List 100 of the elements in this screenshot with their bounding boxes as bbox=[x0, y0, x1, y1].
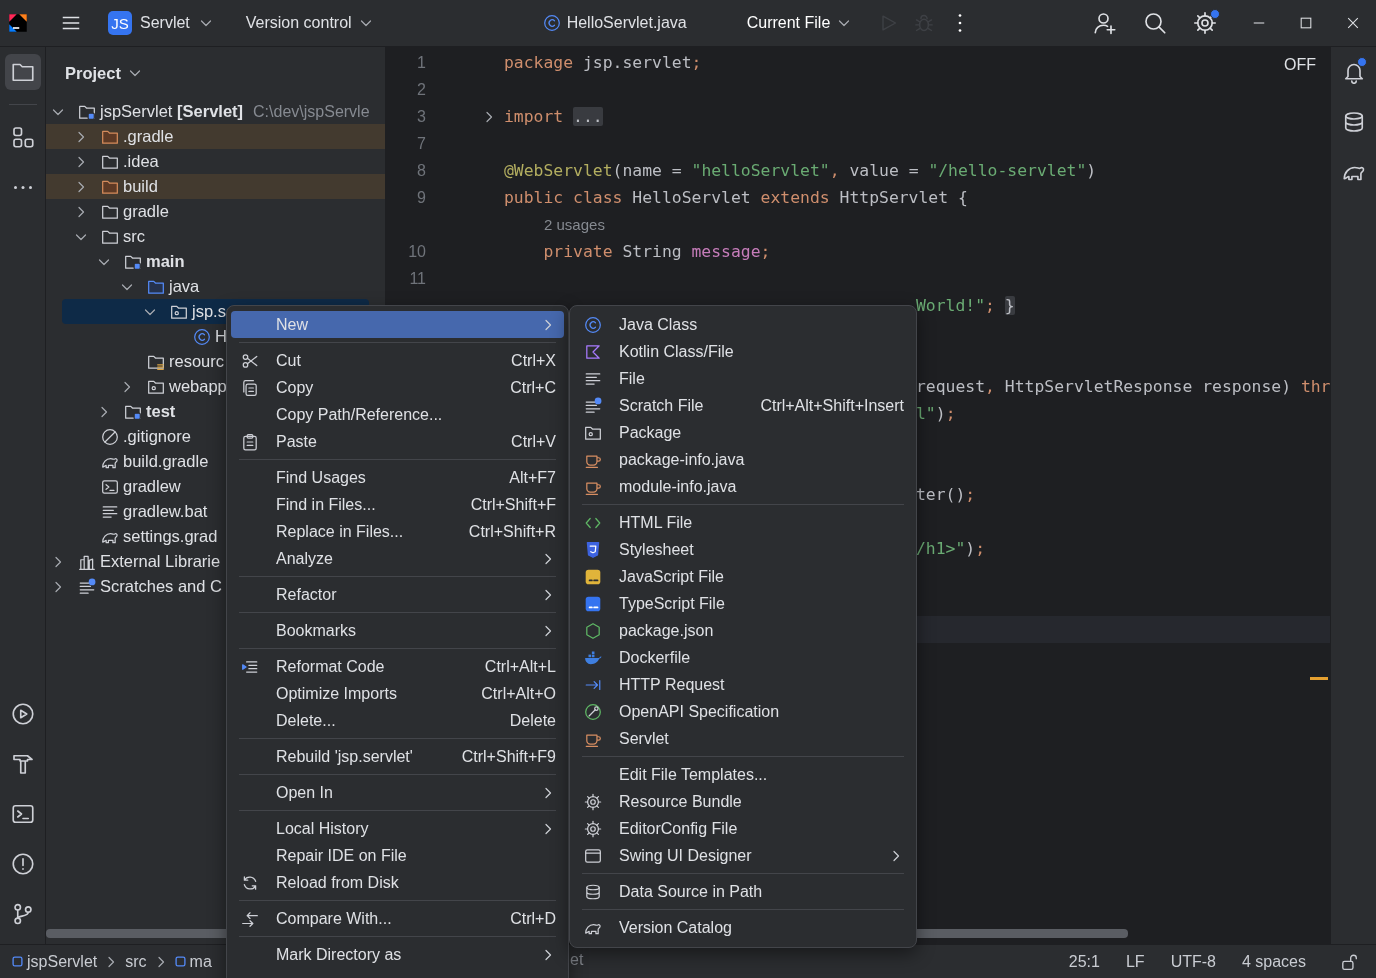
breadcrumb[interactable]: jspServlet bbox=[12, 952, 98, 971]
project-tool-button[interactable] bbox=[4, 54, 41, 90]
shortcut-label: Ctrl+Alt+Shift+Insert bbox=[760, 396, 904, 415]
menu-item[interactable]: package.json bbox=[574, 617, 912, 644]
menu-item[interactable]: Data Source in Path bbox=[574, 878, 912, 905]
tree-item[interactable]: main bbox=[46, 249, 385, 274]
reader-mode-label[interactable]: OFF bbox=[1284, 56, 1316, 74]
menu-item[interactable]: Servlet bbox=[574, 725, 912, 752]
menu-item[interactable]: OpenAPI Specification bbox=[574, 698, 912, 725]
javascript-icon bbox=[584, 567, 602, 586]
menu-item[interactable]: JavaScript File bbox=[574, 563, 912, 590]
scratch-file-icon bbox=[584, 396, 602, 415]
window-icon bbox=[584, 846, 602, 865]
shortcut-label: Ctrl+V bbox=[511, 432, 556, 451]
line-number: 3 bbox=[417, 107, 426, 125]
shortcut-label: Ctrl+C bbox=[510, 378, 556, 397]
project-view-button[interactable]: Project bbox=[46, 47, 143, 99]
menu-item[interactable]: Repair IDE on File bbox=[231, 842, 564, 869]
menu-item[interactable]: HTTP Request bbox=[574, 671, 912, 698]
shortcut-label: Alt+F7 bbox=[509, 468, 556, 487]
menu-item[interactable]: Open In bbox=[231, 779, 564, 806]
menu-item[interactable]: Refactor bbox=[231, 581, 564, 608]
line-number: 11 bbox=[409, 269, 426, 287]
menu-item[interactable]: New bbox=[231, 311, 564, 338]
problems-icon bbox=[10, 852, 35, 876]
menu-item[interactable]: Package bbox=[574, 419, 912, 446]
indent-button[interactable]: 4 spaces bbox=[1241, 948, 1306, 975]
code-line: package jsp.servlet; bbox=[504, 53, 702, 72]
tree-item[interactable]: java bbox=[46, 274, 385, 299]
shortcut-label: Ctrl+Shift+F bbox=[470, 495, 556, 514]
menu-item[interactable]: Paste Ctrl+V bbox=[231, 428, 564, 455]
usages-hint[interactable]: 2 usages bbox=[544, 216, 605, 233]
menu-item[interactable]: Delete... Delete bbox=[231, 707, 564, 734]
menu-item[interactable]: File bbox=[574, 365, 912, 392]
menu-item[interactable]: Java Class bbox=[574, 311, 912, 338]
tree-item[interactable]: .gradle bbox=[46, 124, 385, 149]
code-line: private String message; bbox=[542, 242, 771, 261]
add-user-icon bbox=[1093, 11, 1117, 35]
breadcrumb[interactable]: src bbox=[125, 952, 147, 971]
line-separator-button[interactable]: LF bbox=[1125, 948, 1145, 975]
menu-item[interactable]: module-info.java bbox=[574, 473, 912, 500]
code-line: request, HttpServletResponse response) thr bbox=[916, 377, 1330, 396]
tree-item[interactable]: .idea bbox=[46, 149, 385, 174]
code-line: /h1>"); bbox=[916, 539, 986, 558]
menu-item[interactable]: Replace in Files... Ctrl+Shift+R bbox=[231, 518, 564, 545]
menu-item[interactable]: package-info.java bbox=[574, 446, 912, 473]
class-icon bbox=[193, 327, 211, 346]
settings-icon bbox=[1193, 11, 1217, 35]
shortcut-label: Ctrl+Shift+R bbox=[468, 522, 556, 541]
version-control-button[interactable]: Version control bbox=[241, 6, 378, 40]
run-configuration-button[interactable]: Current File bbox=[746, 6, 853, 40]
tree-item[interactable]: jspServlet [Servlet] C:\dev\jspServle bbox=[46, 99, 385, 124]
menu-item[interactable]: Version Catalog bbox=[574, 914, 912, 941]
menu-item[interactable]: Optimize Imports Ctrl+Alt+O bbox=[231, 680, 564, 707]
maximize-icon bbox=[1298, 16, 1313, 30]
menu-item[interactable]: Kotlin Class/File bbox=[574, 338, 912, 365]
caret-position-button[interactable]: 25:1 bbox=[1068, 948, 1100, 975]
project-selector[interactable]: JS Servlet bbox=[108, 6, 220, 40]
line-number: 1 bbox=[417, 53, 426, 71]
scratch-file-icon bbox=[78, 577, 96, 596]
menu-item[interactable]: HTML File bbox=[574, 509, 912, 536]
gear-icon bbox=[584, 792, 602, 811]
menu-item[interactable]: Analyze bbox=[231, 545, 564, 572]
shortcut-label: Ctrl+X bbox=[511, 351, 556, 370]
notification-dot bbox=[1356, 57, 1367, 67]
menu-item[interactable]: Bookmarks bbox=[231, 617, 564, 644]
menu-item[interactable]: Copy Path/Reference... bbox=[231, 401, 564, 428]
menu-item[interactable]: Reload from Disk bbox=[231, 869, 564, 896]
menu-item[interactable]: Stylesheet bbox=[574, 536, 912, 563]
menu-item[interactable]: Copy Ctrl+C bbox=[231, 374, 564, 401]
menu-item[interactable]: Scratch File Ctrl+Alt+Shift+Insert bbox=[574, 392, 912, 419]
services-icon bbox=[10, 702, 35, 726]
breadcrumb[interactable]: ma bbox=[174, 952, 212, 971]
code-line: import ... bbox=[504, 107, 603, 126]
copy-icon bbox=[241, 378, 259, 397]
tree-item[interactable]: gradle bbox=[46, 199, 385, 224]
class-icon bbox=[542, 14, 561, 32]
menu-item[interactable]: Reformat Code Ctrl+Alt+L bbox=[231, 653, 564, 680]
menu-item[interactable]: Cut Ctrl+X bbox=[231, 347, 564, 374]
encoding-button[interactable]: UTF-8 bbox=[1170, 948, 1216, 975]
menu-item[interactable]: Find in Files... Ctrl+Shift+F bbox=[231, 491, 564, 518]
menu-item[interactable]: Dockerfile bbox=[574, 644, 912, 671]
logo-icon[interactable] bbox=[8, 13, 28, 33]
menu-item[interactable]: TypeScript File bbox=[574, 590, 912, 617]
menu-item[interactable]: Mark Directory as bbox=[231, 941, 564, 968]
menu-item[interactable]: EditorConfig File bbox=[574, 815, 912, 842]
tree-item[interactable]: build bbox=[46, 174, 385, 199]
database-icon bbox=[584, 882, 602, 901]
menu-item[interactable]: Swing UI Designer bbox=[574, 842, 912, 869]
menu-item[interactable]: Rebuild 'jsp.servlet' Ctrl+Shift+F9 bbox=[231, 743, 564, 770]
code-line: public class HelloServlet extends HttpServlet { bbox=[504, 188, 968, 207]
menu-item[interactable]: Find Usages Alt+F7 bbox=[231, 464, 564, 491]
menu-item[interactable]: Local History bbox=[231, 815, 564, 842]
tree-item[interactable]: src bbox=[46, 224, 385, 249]
menu-item[interactable]: Compare With... Ctrl+D bbox=[231, 905, 564, 932]
code-line: l"); bbox=[916, 404, 956, 423]
reload-icon bbox=[241, 873, 259, 892]
menu-item[interactable]: Edit File Templates... bbox=[574, 761, 912, 788]
menu-item[interactable]: Resource Bundle bbox=[574, 788, 912, 815]
compare-arrows-icon bbox=[241, 909, 259, 928]
